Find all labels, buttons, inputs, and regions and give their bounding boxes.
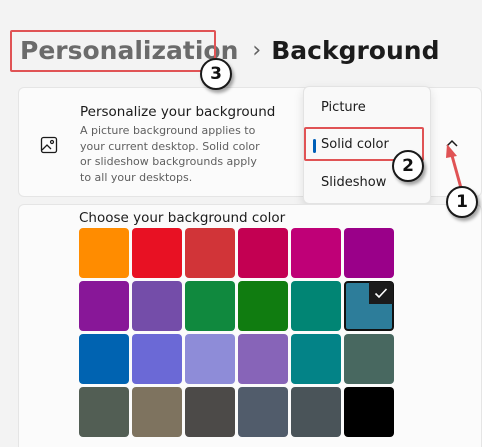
callout-1: 1: [446, 186, 478, 218]
annotation-arrow: [446, 144, 463, 189]
callout-3: 3: [200, 58, 232, 90]
callout-2: 2: [392, 150, 424, 182]
